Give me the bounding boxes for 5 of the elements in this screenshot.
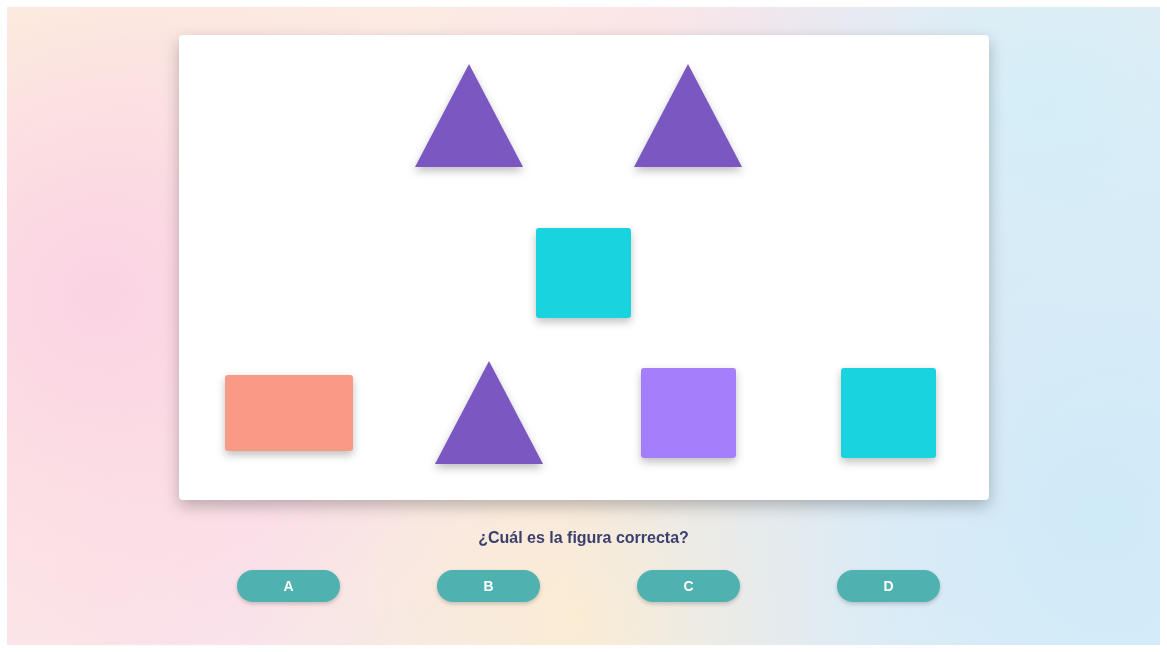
answer-button[interactable]: D (837, 570, 940, 602)
answer-button[interactable]: B (437, 570, 540, 602)
question-text: ¿Cuál es la figura correcta? (478, 528, 689, 548)
answer-button[interactable]: A (237, 570, 340, 602)
answer-button[interactable]: C (637, 570, 740, 602)
